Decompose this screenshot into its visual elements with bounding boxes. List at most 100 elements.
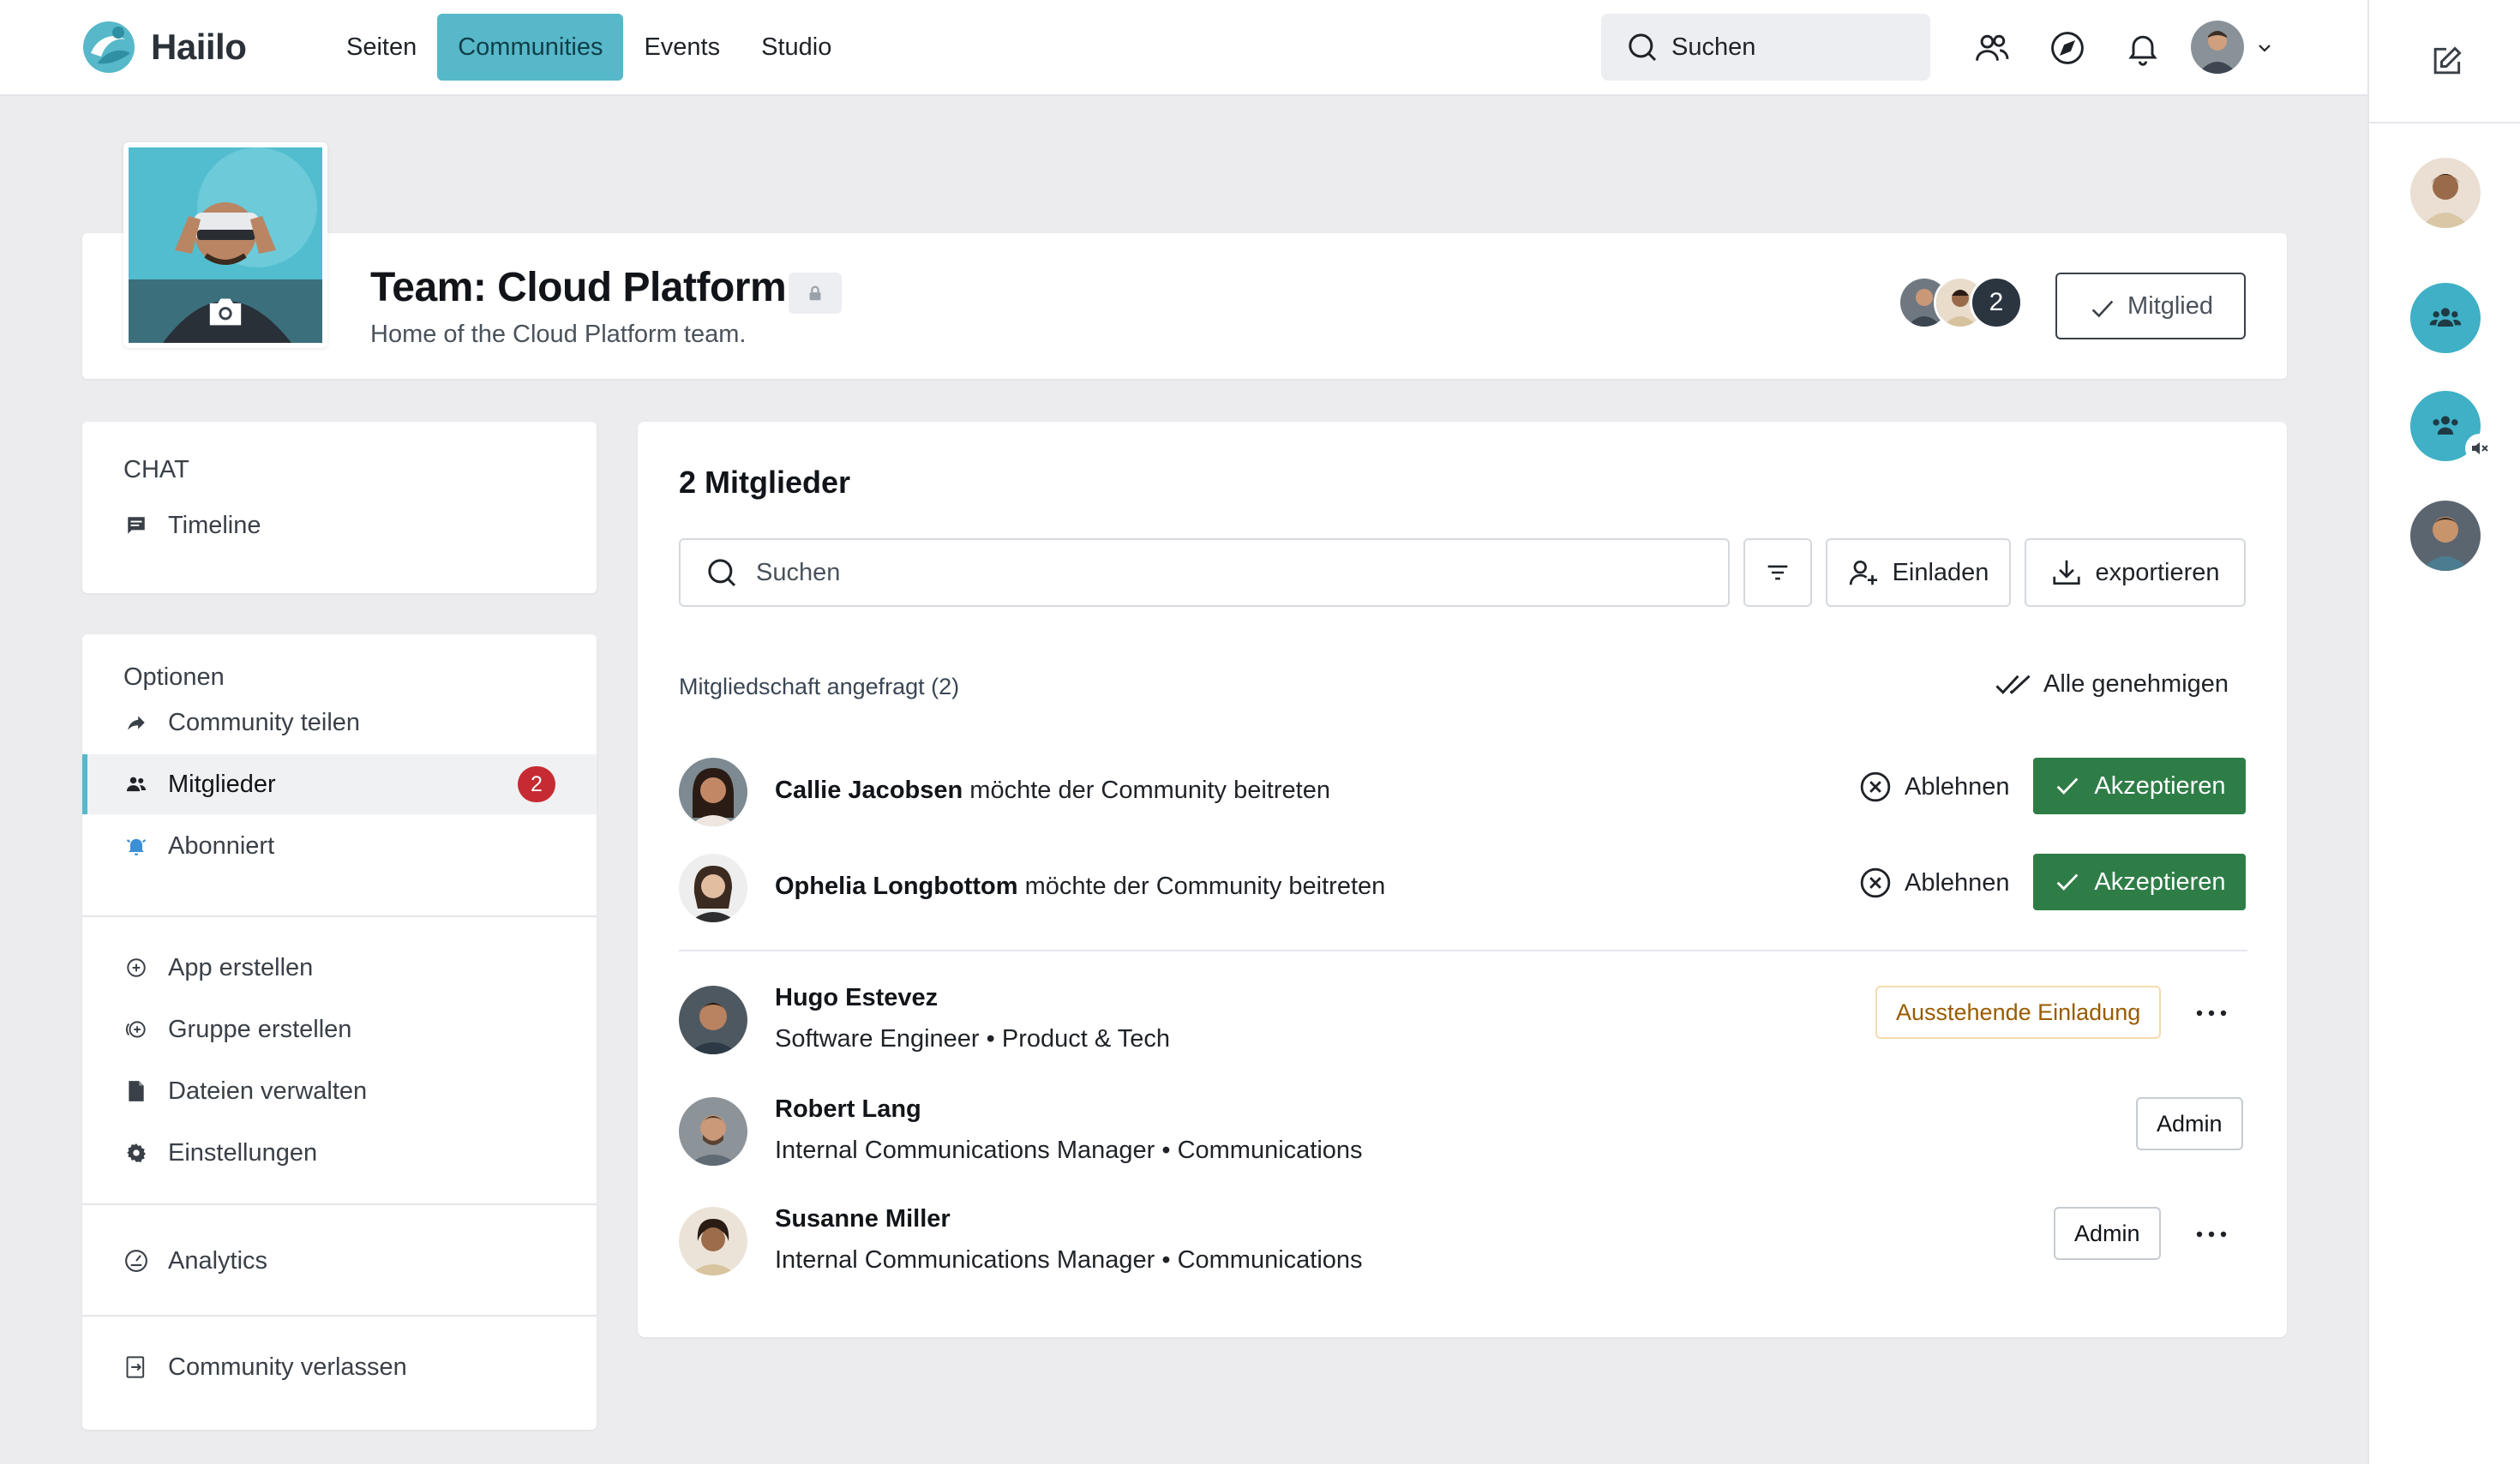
members-count-badge: 2	[518, 766, 555, 802]
exit-icon	[126, 1356, 145, 1378]
bell-ringing-icon	[126, 838, 147, 856]
member-subtitle: Internal Communications Manager • Commun…	[775, 1137, 1363, 1165]
sidebar-item-manage-files[interactable]: Dateien verwalten	[82, 1061, 597, 1121]
request-message: möchte der Community beitreten	[969, 777, 1330, 804]
group-icon	[2429, 308, 2462, 327]
invite-button-label: Einladen	[1892, 558, 1989, 586]
member-department: Product & Tech	[1001, 1025, 1171, 1053]
decline-button[interactable]: Ablehnen	[1858, 866, 2010, 900]
bell-icon[interactable]	[2124, 29, 2162, 67]
chat-avatar-susanne[interactable]	[2410, 158, 2481, 228]
decline-label: Ablehnen	[1905, 772, 2010, 801]
sidebar-item-label: Timeline	[168, 511, 261, 539]
gauge-icon	[125, 1250, 147, 1272]
person-avatar-image	[679, 758, 747, 826]
member-search-input[interactable]	[756, 558, 1613, 587]
filter-button[interactable]	[1743, 538, 1812, 607]
nav-item-seiten[interactable]: Seiten	[326, 14, 437, 81]
group-icon	[2433, 416, 2458, 435]
colleagues-icon[interactable]	[1973, 29, 2011, 67]
requester-avatar[interactable]	[679, 854, 747, 922]
filter-icon	[1767, 565, 1788, 580]
member-avatar[interactable]	[679, 1207, 747, 1275]
plus-circle-icon	[127, 958, 146, 977]
global-search[interactable]: Suchen	[1601, 14, 1930, 81]
membership-request-row: Ophelia Longbottom möchte der Community …	[679, 854, 2247, 924]
sidebar-item-members[interactable]: Mitglieder 2	[82, 754, 597, 814]
decline-label: Ablehnen	[1905, 868, 2010, 897]
membership-button[interactable]: Mitglied	[2055, 273, 2246, 339]
sidebar-item-label: Community teilen	[168, 708, 361, 736]
membership-button-label: Mitglied	[2127, 291, 2213, 320]
ellipsis-icon	[2196, 1010, 2227, 1017]
chat-group-avatar[interactable]	[2410, 283, 2481, 353]
close-circle-icon	[1860, 867, 1891, 898]
decline-button[interactable]: Ablehnen	[1858, 770, 2010, 804]
check-icon	[2057, 777, 2079, 795]
separator-dot: •	[1161, 1137, 1178, 1164]
sidebar-item-share[interactable]: Community teilen	[82, 693, 597, 753]
more-options-button[interactable]	[2191, 1219, 2232, 1250]
membership-request-row: Callie Jacobsen möchte der Community bei…	[679, 758, 2247, 828]
more-options-button[interactable]	[2191, 998, 2232, 1029]
haiilo-logo-icon	[83, 21, 135, 73]
request-text: Ophelia Longbottom möchte der Community …	[775, 873, 1385, 901]
member-avatar-stack[interactable]: 2	[1898, 276, 2023, 329]
pending-invitation-badge: Ausstehende Einladung	[1875, 986, 2162, 1039]
requests-heading: Mitgliedschaft angefragt (2)	[679, 674, 960, 699]
member-row: Robert Lang Internal Communications Mana…	[679, 1095, 2247, 1167]
compose-icon[interactable]	[2427, 43, 2465, 81]
check-icon	[2057, 873, 2079, 891]
members-divider	[679, 950, 2247, 951]
sidebar-item-analytics[interactable]: Analytics	[82, 1231, 597, 1291]
app-logo[interactable]: Haiilo	[81, 19, 247, 75]
member-search[interactable]	[679, 538, 1730, 607]
member-name[interactable]: Robert Lang	[775, 1095, 921, 1124]
chat-heading: CHAT	[123, 456, 189, 483]
community-cover-image[interactable]	[123, 142, 327, 348]
accept-label: Akzeptieren	[2094, 771, 2226, 800]
chat-avatar-hugo[interactable]	[2410, 501, 2481, 571]
nav-item-events[interactable]: Events	[623, 14, 741, 81]
community-description: Home of the Cloud Platform team.	[370, 321, 747, 348]
approve-all-label: Alle genehmigen	[2043, 670, 2229, 698]
share-icon	[128, 716, 145, 730]
sidebar-item-label: Gruppe erstellen	[168, 1015, 352, 1043]
separator-dot: •	[1161, 1246, 1178, 1274]
chevron-down-icon[interactable]	[2254, 38, 2275, 58]
sidebar-item-settings[interactable]: Einstellungen	[82, 1123, 597, 1183]
requester-name[interactable]: Ophelia Longbottom	[775, 873, 1018, 900]
export-button[interactable]: exportieren	[2025, 538, 2246, 607]
requester-name[interactable]: Callie Jacobsen	[775, 777, 963, 804]
accept-label: Akzeptieren	[2094, 867, 2226, 896]
sidebar-item-leave[interactable]: Community verlassen	[82, 1337, 597, 1397]
sidebar-item-create-group[interactable]: Gruppe erstellen	[82, 999, 597, 1059]
nav-item-studio[interactable]: Studio	[741, 14, 852, 81]
ellipsis-icon	[2196, 1231, 2227, 1238]
chat-menu-card: CHAT Timeline	[82, 422, 597, 593]
change-cover-button[interactable]	[129, 279, 322, 343]
sidebar-item-subscribed[interactable]: Abonniert	[82, 816, 597, 876]
person-avatar-image	[679, 986, 747, 1054]
member-count-badge: 2	[1970, 276, 2023, 329]
member-name[interactable]: Susanne Miller	[775, 1205, 951, 1233]
member-row: Hugo Estevez Software Engineer • Product…	[679, 984, 2247, 1056]
approve-all-button[interactable]: Alle genehmigen	[1995, 670, 2229, 699]
nav-item-communities[interactable]: Communities	[437, 14, 624, 81]
member-name[interactable]: Hugo Estevez	[775, 984, 938, 1012]
accept-button[interactable]: Akzeptieren	[2033, 758, 2246, 814]
sidebar-item-label: Community verlassen	[168, 1353, 407, 1381]
accept-button[interactable]: Akzeptieren	[2033, 854, 2246, 910]
export-button-label: exportieren	[2095, 558, 2220, 586]
member-avatar[interactable]	[679, 1097, 747, 1166]
members-icon	[126, 777, 147, 792]
user-avatar[interactable]	[2191, 21, 2244, 74]
compass-icon[interactable]	[2049, 29, 2086, 67]
invite-button[interactable]: Einladen	[1826, 538, 2011, 607]
requester-avatar[interactable]	[679, 758, 747, 826]
sidebar-item-timeline[interactable]: Timeline	[82, 495, 597, 555]
muted-speaker-icon	[2472, 442, 2488, 454]
member-avatar[interactable]	[679, 986, 747, 1054]
camera-icon	[209, 298, 242, 326]
sidebar-item-create-app[interactable]: App erstellen	[82, 938, 597, 998]
